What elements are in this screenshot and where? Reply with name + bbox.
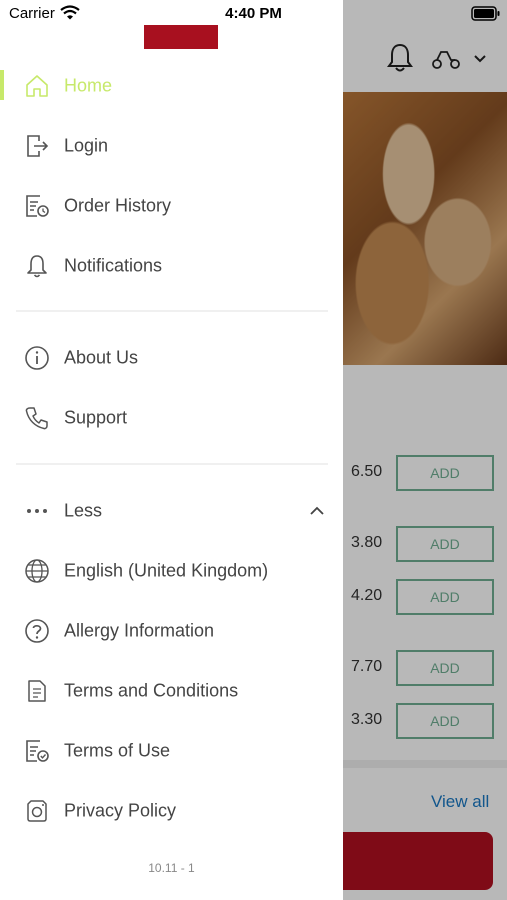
menu-label-terms-of-use: Terms of Use <box>64 740 171 761</box>
side-drawer: Home Login Order History Notifications A… <box>0 0 343 900</box>
login-icon <box>27 135 49 157</box>
menu-label-login: Login <box>64 135 109 156</box>
menu-item-order-history[interactable]: Order History <box>0 180 343 232</box>
menu-label-language: English (United Kingdom) <box>64 560 269 581</box>
brand-logo <box>144 25 218 49</box>
menu-item-terms-of-use[interactable]: Terms of Use <box>0 725 343 777</box>
menu-item-login[interactable]: Login <box>0 120 343 172</box>
menu-label-support: Support <box>64 407 128 428</box>
menu-label-about-us: About Us <box>64 347 139 368</box>
document-icon <box>28 680 46 702</box>
menu-item-allergy[interactable]: Allergy Information <box>0 605 343 657</box>
home-icon <box>26 75 48 97</box>
menu-item-language[interactable]: English (United Kingdom) <box>0 545 343 597</box>
document-check-icon <box>26 740 49 762</box>
privacy-icon <box>27 800 47 822</box>
menu-label-terms-conditions: Terms and Conditions <box>64 680 239 701</box>
menu-label-order-history: Order History <box>64 195 172 216</box>
menu-item-home[interactable]: Home <box>0 60 343 112</box>
question-icon <box>25 619 49 643</box>
menu-label-less: Less <box>64 500 103 521</box>
more-dots-icon <box>27 509 47 513</box>
menu-label-privacy-policy: Privacy Policy <box>64 800 177 821</box>
menu-label-home: Home <box>64 75 113 96</box>
menu-item-about-us[interactable]: About Us <box>0 332 343 384</box>
menu-divider <box>16 463 328 465</box>
menu-toggle-less[interactable]: Less <box>0 485 343 537</box>
info-icon <box>25 346 49 370</box>
menu-label-notifications: Notifications <box>64 255 163 276</box>
status-time: 4:40 PM <box>225 5 282 22</box>
bell-icon <box>27 255 47 278</box>
menu-divider <box>16 310 328 312</box>
chevron-up-icon[interactable] <box>309 504 325 518</box>
globe-icon <box>25 559 49 583</box>
app-version: 10.11 - 1 <box>148 861 195 875</box>
menu-item-notifications[interactable]: Notifications <box>0 240 343 292</box>
status-bar: Carrier 4:40 PM <box>0 0 507 28</box>
menu-label-allergy: Allergy Information <box>64 620 215 641</box>
battery-icon <box>471 6 500 21</box>
menu-item-terms-conditions[interactable]: Terms and Conditions <box>0 665 343 717</box>
menu-item-support[interactable]: Support <box>0 392 343 444</box>
phone-icon <box>25 407 48 430</box>
order-history-icon <box>26 195 49 217</box>
menu-item-privacy-policy[interactable]: Privacy Policy <box>0 785 343 837</box>
